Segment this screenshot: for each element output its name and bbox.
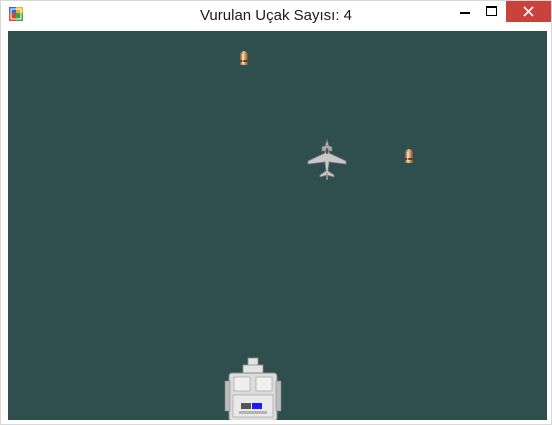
close-button[interactable]: [506, 1, 551, 22]
bullet-sprite: [240, 51, 248, 65]
game-window: Vurulan Uçak Sayısı: 4: [0, 0, 552, 425]
minimize-button[interactable]: [451, 1, 479, 22]
enemy-jet-sprite: [307, 139, 347, 180]
title-bar[interactable]: Vurulan Uçak Sayısı: 4: [1, 1, 551, 30]
maximize-button[interactable]: [479, 1, 505, 22]
game-area[interactable]: [8, 31, 547, 420]
bullet-sprite: [405, 149, 413, 163]
minimize-icon: [460, 12, 470, 14]
close-icon: [523, 6, 534, 17]
player-ship-sprite[interactable]: [221, 357, 285, 420]
maximize-icon: [486, 6, 497, 16]
